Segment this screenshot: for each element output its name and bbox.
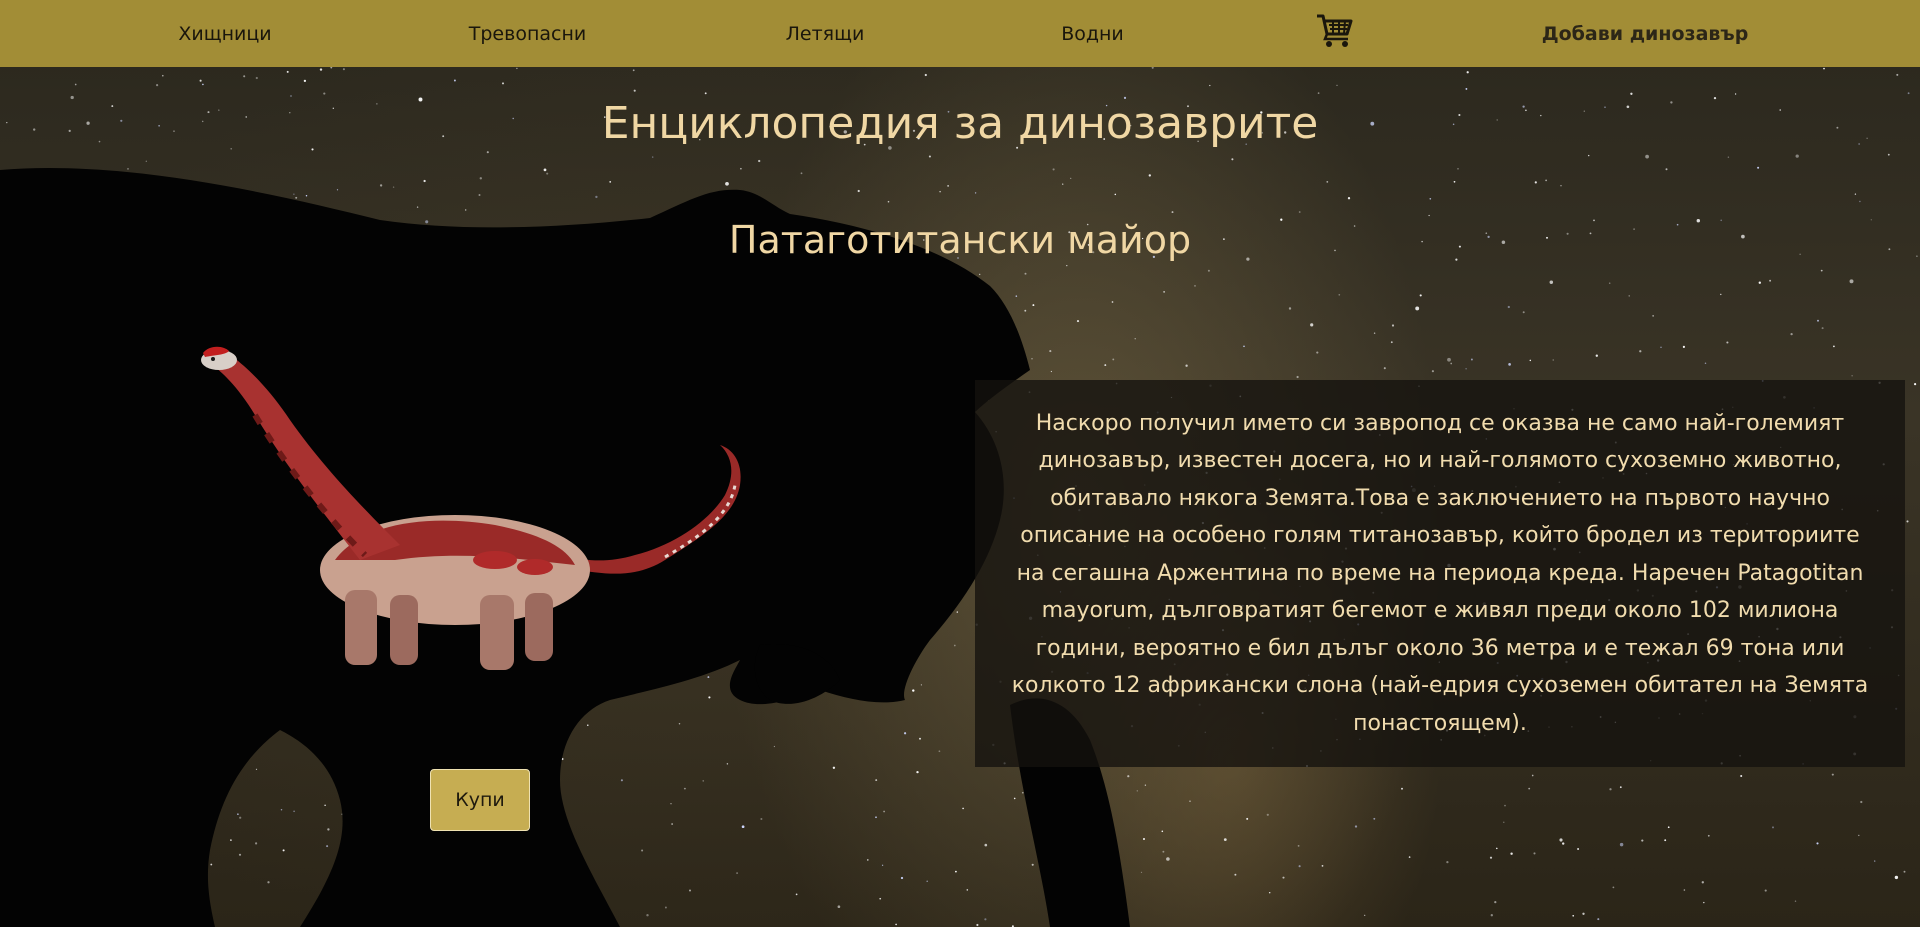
nav-item-predators[interactable]: Хищници bbox=[150, 0, 300, 67]
top-navbar: Хищници Тревопасни Летящи Водни Добави д… bbox=[0, 0, 1920, 67]
description-box: Наскоро получил името си завропод се ока… bbox=[975, 380, 1905, 767]
nav-item-flying[interactable]: Летящи bbox=[760, 0, 890, 67]
nav-item-herbivores[interactable]: Тревопасни bbox=[440, 0, 615, 67]
buy-button[interactable]: Купи bbox=[430, 769, 530, 831]
dinosaur-name: Патаготитански майор bbox=[728, 218, 1192, 262]
dinosaur-description: Наскоро получил името си завропод се ока… bbox=[1011, 410, 1869, 736]
add-dinosaur-link[interactable]: Добави динозавър bbox=[1530, 0, 1760, 67]
patagotitan-image bbox=[201, 346, 741, 670]
shopping-cart-icon[interactable] bbox=[1315, 10, 1355, 50]
page-title: Енциклопедия за динозаврите bbox=[601, 98, 1319, 149]
nav-item-aquatic[interactable]: Водни bbox=[1040, 0, 1145, 67]
page: Хищници Тревопасни Летящи Водни Добави д… bbox=[0, 0, 1920, 927]
